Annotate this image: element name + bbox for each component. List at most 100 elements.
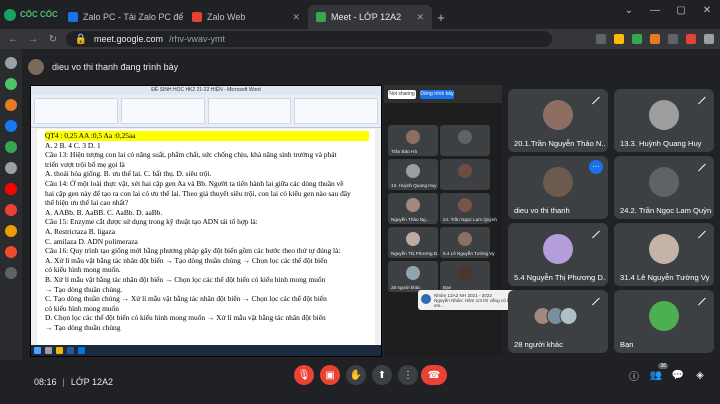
chat-button[interactable]: 💬	[670, 367, 686, 383]
tab-label: Zalo Web	[207, 12, 246, 22]
avatar	[406, 197, 420, 212]
mini-participant-tile[interactable]: Nguyễn Thảo Ng...	[388, 193, 438, 224]
participant-tile[interactable]: 20.1.Trần Nguyễn Thảo N...	[508, 89, 608, 152]
profile-icon[interactable]	[686, 34, 696, 44]
windows-start-icon	[34, 347, 41, 354]
meet-favicon-icon	[316, 12, 326, 22]
star-icon[interactable]	[614, 34, 624, 44]
settings-icon[interactable]	[5, 57, 17, 69]
document-line: → Tạo dòng thuần chủng	[45, 322, 121, 332]
download-icon[interactable]	[632, 34, 642, 44]
mic-off-icon	[695, 161, 709, 175]
stop-presenting-button[interactable]: Dừng trình bày	[420, 89, 454, 99]
close-tab-icon[interactable]: ✕	[292, 12, 300, 23]
document-line: D. Chọn lọc các thể đột biến có kiểu hìn…	[45, 313, 326, 323]
people-button[interactable]: 👥 36	[648, 363, 668, 383]
mic-off-icon: 🎙	[297, 369, 311, 381]
tab-meet[interactable]: Meet - LỚP 12A2 ✕	[308, 5, 432, 29]
meet-stage: dieu vo thi thanh đang trình bày ĐỀ SINH…	[22, 49, 720, 360]
participant-name: 28 người khác	[514, 340, 563, 349]
camera-off-button[interactable]: ▣	[320, 365, 340, 385]
more-apps-icon[interactable]	[5, 267, 17, 279]
shared-screen[interactable]: ĐỀ SINH HỌC HK2 21-22 HIỆN - Microsoft W…	[30, 85, 382, 357]
new-tab-button[interactable]: +	[432, 5, 450, 29]
extension-icon[interactable]	[650, 34, 660, 44]
browser-brand[interactable]: CỐC CỐC	[0, 0, 60, 29]
tab-label: Zalo PC - Tải Zalo PC để làm	[83, 12, 184, 22]
document-line: có kiểu hình mong muốn	[45, 303, 119, 313]
mini-participant-tile[interactable]	[440, 159, 490, 190]
lazada-icon[interactable]	[5, 225, 17, 237]
participant-tile[interactable]: 5.4 Nguyễn Thị Phương D...	[508, 223, 608, 286]
document-line: có kiểu hình mong muốn.	[45, 265, 121, 275]
participant-tile[interactable]: 28 người khác	[508, 290, 608, 353]
minus-icon[interactable]	[5, 162, 17, 174]
mini-participant-tile[interactable]: 5.4 Lê Nguyễn Tường Vy	[440, 227, 495, 258]
activities-button[interactable]: ◈	[692, 367, 708, 383]
not-sharing-button[interactable]: Not sharing	[388, 89, 416, 99]
mic-off-button[interactable]: 🎙	[294, 365, 314, 385]
more-options-icon[interactable]: ⋯	[589, 160, 603, 174]
game-icon[interactable]	[5, 141, 17, 153]
tab-zalo-web[interactable]: Zalo Web ✕	[184, 5, 308, 29]
tab-label: Meet - LỚP 12A2	[331, 12, 402, 22]
zalo-icon	[421, 294, 431, 304]
coccoc-icon[interactable]	[5, 78, 17, 90]
close-tab-icon[interactable]: ✕	[416, 12, 424, 23]
messenger-icon[interactable]	[5, 120, 17, 132]
maximize-icon[interactable]: ▢	[668, 0, 694, 20]
puzzle-icon[interactable]	[668, 34, 678, 44]
zalo-favicon-icon	[68, 12, 78, 22]
participant-name: Bạn	[620, 340, 634, 349]
more-options-button[interactable]: ⋮	[398, 365, 418, 385]
present-button[interactable]: ⬆	[372, 365, 392, 385]
avatar	[458, 197, 472, 212]
leave-call-button[interactable]: ☎	[421, 365, 447, 385]
tab-zalo-pc[interactable]: Zalo PC - Tải Zalo PC để làm ✕	[60, 5, 184, 29]
mini-participant-tile[interactable]: 28 người khác	[388, 261, 438, 292]
document-line: Câu 14: Ở một loài thực vật, xét hai cặp…	[45, 178, 344, 188]
mic-off-icon	[695, 228, 709, 242]
windows-taskbar	[31, 345, 381, 356]
close-window-icon[interactable]: ✕	[694, 0, 720, 20]
mini-participant-tile[interactable]: Bạn	[440, 261, 490, 292]
mini-participant-tile[interactable]: 13. Huỳnh Quang Huy	[388, 159, 438, 190]
avatar	[458, 163, 472, 178]
info-icon: ⓘ	[629, 371, 639, 383]
window-controls: ⌄ — ▢ ✕	[616, 0, 720, 20]
url-input[interactable]: 🔒 meet.google.com/rhv-vwav-ymt	[66, 31, 552, 47]
presenter-meet-window: Not sharing Dừng trình bày Trần Bảo Hà 13…	[384, 85, 526, 357]
participant-tile[interactable]: 31.4 Lê Nguyễn Tường Vy	[614, 223, 714, 286]
participant-name: 31.4 Lê Nguyễn Tường Vy	[620, 273, 710, 282]
chevron-down-icon[interactable]: ⌄	[616, 0, 642, 20]
camera-icon[interactable]	[596, 34, 606, 44]
reload-icon[interactable]: ↻	[46, 34, 60, 45]
mini-participant-name: 5.4 Lê Nguyễn Tường Vy	[443, 251, 495, 256]
youtube-icon[interactable]	[5, 183, 17, 195]
avatar	[406, 231, 420, 246]
minimize-icon[interactable]: —	[642, 0, 668, 20]
info-button[interactable]: ⓘ	[626, 367, 642, 383]
participant-tile[interactable]: 13.3. Huỳnh Quang Huy	[614, 89, 714, 152]
mini-participant-tile[interactable]: Trần Bảo Hà	[388, 125, 438, 156]
participant-tile[interactable]: 24.2. Trần Ngọc Lam Quỳn...	[614, 156, 714, 219]
mini-participant-tile[interactable]	[440, 125, 490, 156]
menu-icon[interactable]	[704, 34, 714, 44]
document-line: Câu 15: Enzyme cắt được sử dụng trong kỹ…	[45, 217, 258, 227]
browser-brand-label: CỐC CỐC	[20, 10, 58, 19]
forward-icon[interactable]: →	[26, 34, 40, 45]
document-line: thể hiện ưu thế lai cao nhất?	[45, 198, 129, 208]
mini-participant-tile[interactable]: Nguyễn Thị Phương D...	[388, 227, 441, 258]
participant-tile[interactable]: Bạn	[614, 290, 714, 353]
crown-icon[interactable]	[5, 99, 17, 111]
participant-tile[interactable]: ⋯ dieu vo thi thanh	[508, 156, 608, 219]
mini-participant-tile[interactable]: 24. Trần Ngọc Lam Quỳnh	[440, 193, 497, 224]
document-line: A. thoái hóa giống. B. ưu thế lai. C. bấ…	[45, 169, 212, 179]
shopee-icon[interactable]	[5, 204, 17, 216]
tiki-icon[interactable]	[5, 246, 17, 258]
raise-hand-button[interactable]: ✋	[346, 365, 366, 385]
back-icon[interactable]: ←	[6, 34, 20, 45]
avatar	[559, 307, 578, 326]
url-host: meet.google.com	[94, 34, 164, 44]
meeting-name: LỚP 12A2	[70, 377, 113, 387]
